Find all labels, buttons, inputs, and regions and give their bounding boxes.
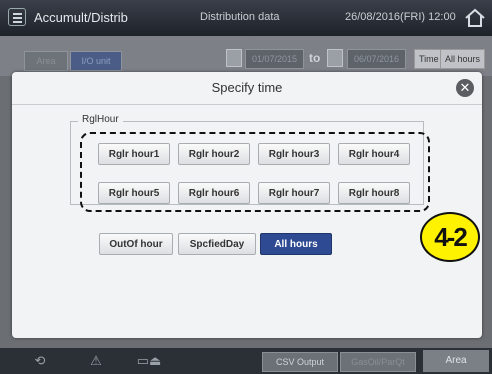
group-label: RglHour (78, 114, 123, 125)
home-icon[interactable] (462, 5, 488, 31)
tab-io-unit[interactable]: I/O unit (70, 51, 122, 71)
area-button[interactable]: Area (423, 350, 489, 372)
close-icon[interactable]: ✕ (456, 79, 474, 97)
page-title: Accumult/Distrib (34, 10, 128, 25)
eject-icon[interactable]: ▭⏏ (136, 352, 162, 370)
out-of-hour-button[interactable]: OutOf hour (99, 233, 173, 255)
to-label: to (309, 51, 321, 65)
date-to-field[interactable]: 06/07/2016 (347, 49, 407, 69)
specified-day-button[interactable]: SpcfiedDay (178, 233, 256, 255)
highlight-outline (80, 132, 430, 212)
dialog-title: Specify time (211, 80, 283, 95)
all-hours-button-bg[interactable]: All hours (440, 49, 486, 69)
all-hours-button[interactable]: All hours (260, 233, 332, 255)
datetime-display: 26/08/2016(FRI) 12:00 (345, 11, 456, 23)
tab-area[interactable]: Area (24, 51, 68, 71)
calendar-icon[interactable] (226, 49, 242, 67)
menu-icon[interactable] (8, 8, 26, 26)
step-callout: 4-2 (420, 212, 480, 262)
gas-oil-button[interactable]: GasOil/ParQt (340, 352, 416, 372)
date-from-field[interactable]: 01/07/2015 (245, 49, 305, 69)
footer-bar (0, 348, 492, 374)
back-icon[interactable]: ⟲ (30, 352, 50, 370)
warning-icon[interactable]: ⚠ (86, 352, 106, 370)
divider (12, 104, 482, 105)
page-subtitle: Distribution data (200, 11, 280, 23)
calendar-icon[interactable] (327, 49, 343, 67)
csv-output-button[interactable]: CSV Output (262, 352, 338, 372)
